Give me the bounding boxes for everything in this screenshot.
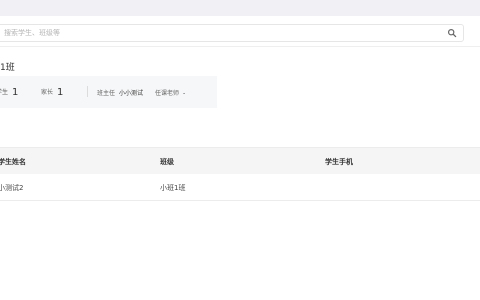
search-icon[interactable] — [447, 28, 457, 38]
search-bar[interactable]: 搜索学生、班级等 — [0, 24, 464, 42]
cell-student-name: 小测试2 — [0, 184, 24, 192]
table-header: 学生姓名 班级 学生手机 — [0, 147, 480, 175]
head-teacher-stat: 班主任 小小测试 — [97, 88, 143, 97]
class-title: 1班 — [0, 63, 15, 73]
subject-teacher-label: 任课老师 — [155, 90, 180, 97]
subject-teacher-value: - — [183, 90, 186, 97]
parent-count-stat: 家长 1 — [41, 86, 64, 98]
student-count-stat: 学生1 — [0, 86, 19, 98]
cell-class: 小班1班 — [160, 184, 186, 192]
class-stats-panel: 学生1 家长1 班主任小小测试 任课老师- — [0, 76, 217, 108]
header-divider — [0, 46, 480, 47]
search-input[interactable]: 搜索学生、班级等 — [4, 28, 60, 38]
student-count-value: 1 — [12, 87, 19, 98]
head-teacher-name: 小小测试 — [119, 90, 144, 97]
student-count-label: 学生 — [0, 89, 9, 96]
stats-separator — [87, 86, 88, 97]
column-header-class[interactable]: 班级 — [160, 157, 174, 167]
column-header-student-name[interactable]: 学生姓名 — [0, 157, 26, 167]
top-bar — [0, 0, 480, 16]
head-teacher-label: 班主任 — [97, 90, 116, 97]
column-header-student-phone[interactable]: 学生手机 — [325, 157, 353, 167]
parent-count-value: 1 — [57, 87, 64, 98]
subject-teacher-stat: 任课老师 - — [155, 88, 185, 97]
parent-count-label: 家长 — [41, 89, 54, 96]
table-row[interactable]: 小测试2 小班1班 — [0, 174, 480, 201]
